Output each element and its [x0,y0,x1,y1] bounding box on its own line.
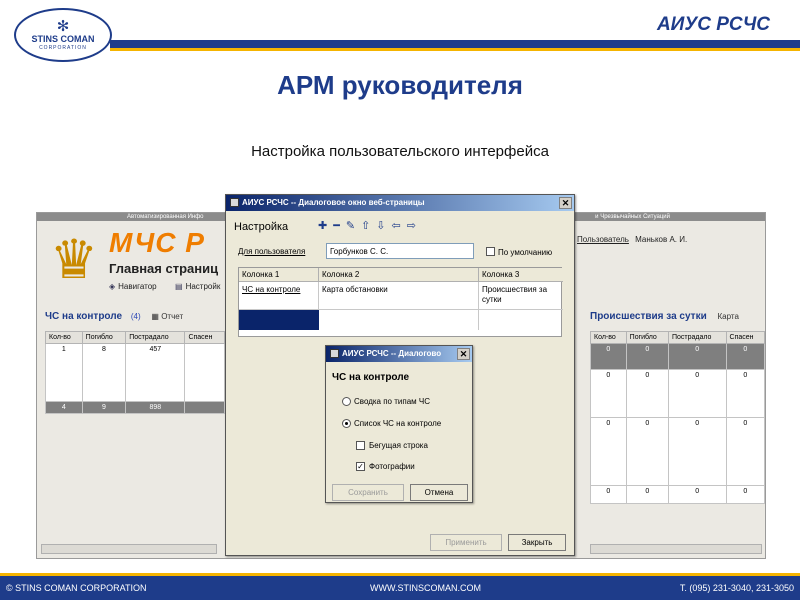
save-button[interactable]: Сохранить [332,484,404,501]
cell-column-3[interactable]: Происшествия за сутки [479,282,563,310]
left-section-header: ЧС на контроле (4) ▦ Отчет [45,311,183,322]
slide-subtitle: Настройка пользовательского интерфейса [251,143,549,160]
column-header-2[interactable]: Колонка 2 [319,268,479,282]
user-label[interactable]: Пользователь [577,235,629,244]
move-down-icon[interactable]: ⇩ [376,220,391,232]
header-stripe [110,40,800,51]
add-icon[interactable]: ✚ [318,220,333,232]
logo-emblem-icon: ✻ [56,18,70,35]
left-summary-table: Кол-во Погибло Пострадало Спасен 1 8 457… [45,331,225,414]
settings-dialog-title: АИУС РСЧС -- Диалоговое окно веб-страниц… [242,198,425,207]
column-header-1[interactable]: Колонка 1 [239,268,319,282]
user-name: Маньков А. И. [635,235,688,244]
right-summary-table: Кол-во Погибло Пострадало Спасен 0 0 0 0… [590,331,765,504]
map-link[interactable]: Карта [718,312,739,321]
control-heading: ЧС на контроле [332,372,410,383]
cell-column-1[interactable]: ЧС на контроле [239,282,319,310]
move-left-icon[interactable]: ⇦ [392,220,407,232]
mchs-logo-text: МЧС Р [109,227,205,258]
main-page-heading: Главная страниц [109,261,219,276]
top-strip-left-text: Автоматизированная Инфо [127,214,204,220]
default-checkbox[interactable] [486,247,495,256]
top-strip-right-text: и Чрезвычайных Ситуаций [595,214,670,220]
remove-icon[interactable]: ━ [333,220,346,232]
logo-name: STINS COMAN [31,34,95,44]
edit-icon[interactable]: ✎ [346,220,361,232]
left-horizontal-scrollbar[interactable] [41,544,217,554]
navigator-link[interactable]: ◈ Навигатор [109,282,157,291]
move-up-icon[interactable]: ⇧ [361,220,376,232]
cancel-button[interactable]: Отмена [410,484,468,501]
settings-icon: ▤ [175,282,183,291]
settings-link[interactable]: ▤ Настройк [175,282,220,291]
settings-dialog-titlebar[interactable]: АИУС РСЧС -- Диалоговое окно веб-страниц… [226,195,574,211]
logo-corporation: CORPORATION [39,45,87,51]
selected-row-cell[interactable] [239,310,319,330]
table-total-row: 4 9 898 [45,401,225,414]
report-link[interactable]: ▦ Отчет [151,312,183,321]
table-row: 0 0 0 0 [590,417,765,486]
footer-copyright: © STINS COMAN CORPORATION [6,583,147,593]
close-button[interactable]: Закрыть [508,534,566,551]
control-dialog-titlebar[interactable]: АИУС РСЧС -- Диалогово ✕ [326,346,472,362]
brand-title: АИУС РСЧС [656,14,770,35]
footer-phone: Т. (095) 231-3040, 231-3050 [679,583,794,593]
photos-label: Фотографии [369,462,415,471]
right-section-title: Происшествия за сутки [590,311,707,322]
left-section-count: (4) [130,312,141,321]
control-list-label: Список ЧС на контроле [354,419,442,428]
cell-column-2[interactable]: Карта обстановки [319,282,479,310]
user-info: Пользователь Маньков А. И. [577,235,687,244]
settings-toolbar: ✚━✎⇧⇩⇦⇨ [318,219,422,232]
table-row: 0 0 0 0 [590,369,765,418]
table-row: 1 8 457 [45,343,225,402]
company-logo: ✻ STINS COMAN CORPORATION [14,8,112,62]
running-line-checkbox[interactable] [356,441,365,450]
window-icon [230,198,239,207]
column-header-3[interactable]: Колонка 3 [479,268,563,282]
running-line-label: Бегущая строка [369,441,428,450]
settings-heading: Настройка [234,221,289,233]
navigator-icon: ◈ [109,282,116,291]
user-input[interactable] [326,243,474,259]
footer-website: WWW.STINSCOMAN.COM [370,583,481,593]
control-dialog: АИУС РСЧС -- Диалогово ✕ ЧС на контроле … [325,345,473,503]
close-icon[interactable]: ✕ [457,348,470,360]
photos-checkbox[interactable]: ✓ [356,462,365,471]
table-row: 0 0 0 0 [590,343,765,370]
mchs-emblem-icon: ♛ [49,230,99,290]
right-horizontal-scrollbar[interactable] [590,544,762,554]
columns-grid: Колонка 1 Колонка 2 Колонка 3 ЧС на конт… [238,267,563,337]
default-label: По умолчанию [498,248,553,257]
close-icon[interactable]: ✕ [559,197,572,209]
apply-button[interactable]: Применить [430,534,502,551]
summary-by-type-radio[interactable] [342,397,351,406]
summary-by-type-label: Сводка по типам ЧС [354,397,430,406]
table-row: 0 0 0 0 [590,485,765,504]
empty-cell[interactable] [319,310,479,330]
move-right-icon[interactable]: ⇨ [407,220,422,232]
control-dialog-title: АИУС РСЧС -- Диалогово [342,349,442,358]
control-list-radio[interactable] [342,419,351,428]
window-icon [330,349,339,358]
footer: © STINS COMAN CORPORATION WWW.STINSCOMAN… [0,576,800,600]
left-section-title: ЧС на контроле [45,311,123,322]
right-section-header: Происшествия за сутки Карта [590,311,739,322]
slide-title: АРМ руководителя [277,70,523,100]
user-label: Для пользователя [238,247,306,256]
